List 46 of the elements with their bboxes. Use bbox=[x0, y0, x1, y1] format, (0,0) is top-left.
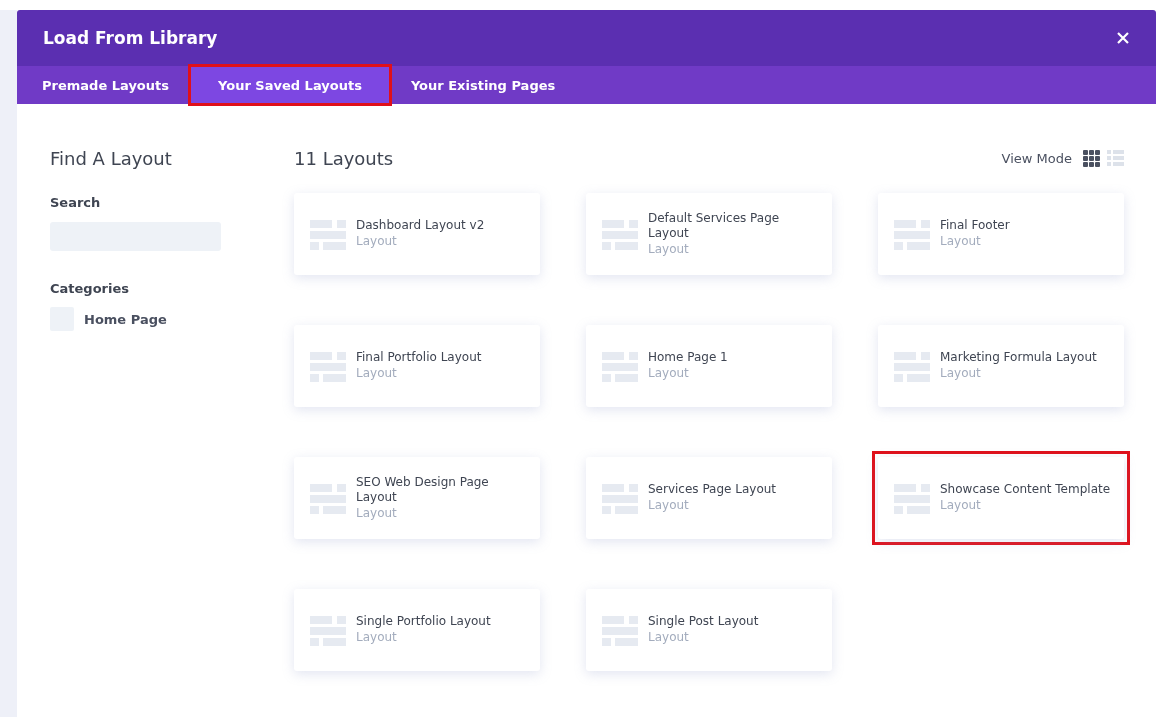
layout-title: Default Services Page Layout bbox=[648, 210, 781, 241]
tab[interactable]: Your Existing Pages bbox=[393, 66, 573, 104]
list-view-icon[interactable] bbox=[1107, 150, 1124, 167]
layout-title: SEO Web Design Page Layout bbox=[356, 474, 490, 505]
layout-title: Showcase Content Template bbox=[940, 482, 1111, 497]
layout-type: Layout bbox=[648, 365, 690, 382]
layout-type: Layout bbox=[940, 233, 982, 250]
layout-count: 11 Layouts bbox=[294, 148, 394, 169]
layout-title: Single Post Layout bbox=[648, 614, 759, 629]
layout-card[interactable]: Home Page 1 Layout bbox=[586, 325, 832, 407]
layout-card[interactable]: SEO Web Design Page Layout Layout bbox=[294, 457, 540, 539]
search-label: Search bbox=[50, 195, 102, 210]
layout-card[interactable]: Services Page Layout Layout bbox=[586, 457, 832, 539]
layout-title: Home Page 1 bbox=[648, 350, 728, 365]
layout-card[interactable]: Single Portfolio Layout Layout bbox=[294, 589, 540, 671]
layout-card[interactable]: Final Portfolio Layout Layout bbox=[294, 325, 540, 407]
layout-title: Final Footer bbox=[940, 218, 1010, 233]
layout-type: Layout bbox=[356, 629, 398, 646]
layout-card[interactable]: Default Services Page Layout Layout bbox=[586, 193, 832, 275]
layout-card[interactable]: Showcase Content Template Layout bbox=[878, 457, 1124, 539]
layout-card[interactable]: Dashboard Layout v2 Layout bbox=[294, 193, 540, 275]
layout-title: Final Portfolio Layout bbox=[356, 350, 482, 365]
sidebar-heading: Find A Layout bbox=[50, 148, 173, 169]
layout-card[interactable]: Final Footer Layout bbox=[878, 193, 1124, 275]
layout-type: Layout bbox=[648, 629, 690, 646]
grid-view-icon[interactable] bbox=[1083, 150, 1100, 167]
layout-type: Layout bbox=[940, 497, 982, 514]
layout-card[interactable]: Single Post Layout Layout bbox=[586, 589, 832, 671]
view-mode-label: View Mode bbox=[1001, 151, 1072, 166]
layout-title: Dashboard Layout v2 bbox=[356, 218, 485, 233]
layout-type: Layout bbox=[356, 504, 398, 522]
layout-type: Layout bbox=[648, 497, 690, 514]
categories-label: Categories bbox=[50, 281, 130, 296]
layout-type: Layout bbox=[356, 233, 398, 250]
dialog-title: Load From Library bbox=[43, 28, 218, 48]
tab[interactable]: Premade Layouts bbox=[25, 66, 186, 104]
close-icon[interactable] bbox=[1116, 31, 1130, 45]
layout-title: Services Page Layout bbox=[648, 482, 777, 497]
layout-type: Layout bbox=[940, 365, 982, 382]
layout-card[interactable]: Marketing Formula Layout Layout bbox=[878, 325, 1124, 407]
tab[interactable]: Your Saved Layouts bbox=[190, 66, 390, 104]
layout-title: Marketing Formula Layout bbox=[940, 350, 1097, 365]
category-label[interactable]: Home Page bbox=[84, 311, 167, 327]
layout-type: Layout bbox=[648, 240, 690, 258]
layout-title: Single Portfolio Layout bbox=[356, 614, 491, 629]
layout-type: Layout bbox=[356, 365, 398, 382]
